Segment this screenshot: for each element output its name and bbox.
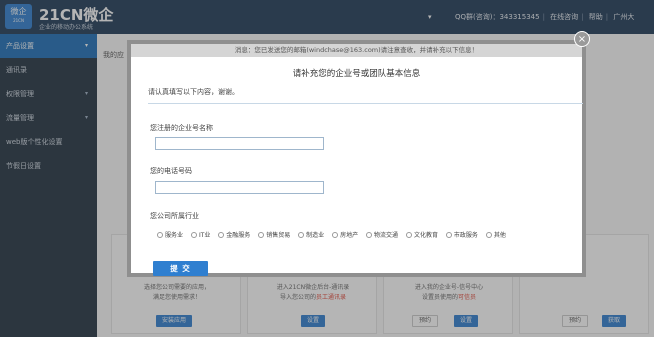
divider: [148, 103, 583, 104]
industry-radio-trade[interactable]: 销售贸易: [258, 230, 290, 239]
radio-icon: [332, 232, 339, 238]
notice-banner: 消息：您已发送您的邮箱(windchase@163.com)请注意查收，并请补充…: [131, 44, 582, 57]
radio-icon: [298, 232, 305, 238]
industry-radio-it[interactable]: IT业: [190, 230, 210, 239]
radio-icon: [366, 232, 373, 238]
modal-subtitle: 请认真填写以下内容，谢谢。: [148, 88, 239, 96]
industry-radio-municipal[interactable]: 市政服务: [445, 230, 478, 239]
phone-label: 您的电话号码: [150, 167, 192, 175]
radio-icon: [258, 232, 265, 238]
company-info-modal: 消息：您已发送您的邮箱(windchase@163.com)请注意查收，并请补充…: [127, 40, 586, 277]
industry-radio-education[interactable]: 文化教育: [405, 230, 438, 239]
industry-radio-other[interactable]: 其他: [485, 230, 506, 239]
industry-radio-service[interactable]: 服务业: [157, 230, 183, 239]
submit-button[interactable]: 提 交: [153, 261, 208, 276]
industry-radio-manufacturing[interactable]: 制造业: [298, 230, 324, 239]
radio-icon: [405, 232, 412, 238]
radio-icon: [157, 232, 163, 238]
company-name-label: 您注册的企业号名称: [150, 124, 213, 132]
radio-icon: [445, 232, 452, 238]
industry-radio-finance[interactable]: 金融服务: [218, 230, 250, 239]
radio-icon: [190, 232, 197, 238]
radio-icon: [485, 232, 492, 238]
industry-radio-logistics[interactable]: 物流交通: [366, 230, 398, 239]
industry-label: 您公司所属行业: [150, 212, 199, 220]
modal-title: 请补充您的企业号或团队基本信息: [292, 69, 421, 79]
radio-icon: [218, 232, 225, 238]
industry-radio-real-estate[interactable]: 房地产: [332, 230, 358, 239]
phone-input[interactable]: [155, 181, 324, 194]
industry-radio-group: 服务业 IT业 金融服务 销售贸易 制造业 房地产 物流交通 文化教育 市政服务…: [157, 230, 512, 239]
company-name-input[interactable]: [155, 137, 324, 150]
close-icon[interactable]: ×: [574, 31, 590, 47]
